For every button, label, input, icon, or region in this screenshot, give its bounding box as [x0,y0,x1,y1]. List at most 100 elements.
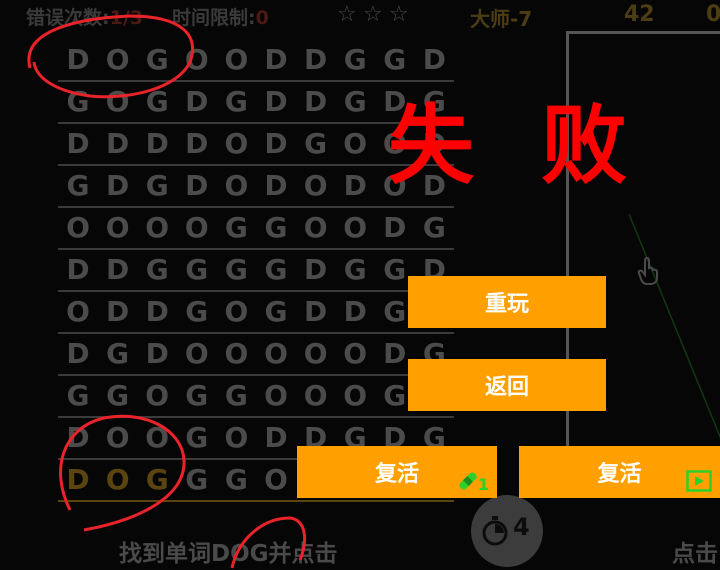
letter-cell[interactable]: O [296,334,336,374]
replay-button[interactable]: 重玩 [408,276,606,328]
letter-cell[interactable]: G [256,208,296,248]
letter-cell[interactable]: O [335,124,375,164]
letter-cell[interactable]: O [177,334,217,374]
letter-cell[interactable]: O [335,376,375,416]
letter-cell[interactable]: D [58,334,98,374]
letter-cell[interactable]: O [335,208,375,248]
letter-cell[interactable]: D [375,208,415,248]
letter-cell[interactable]: D [137,292,177,332]
grid-row: OOOOGGOODG [58,208,454,250]
letter-cell[interactable]: G [256,250,296,290]
letter-cell[interactable]: D [256,82,296,122]
letter-cell[interactable]: D [58,124,98,164]
letter-cell[interactable]: G [58,166,98,206]
letter-cell[interactable]: O [216,334,256,374]
letter-cell[interactable]: D [296,82,336,122]
letter-cell[interactable]: G [216,460,256,500]
timer-booster[interactable]: 4 [471,495,543,567]
letter-cell[interactable]: O [256,460,296,500]
letter-cell[interactable]: G [216,82,256,122]
letter-cell[interactable]: D [335,166,375,206]
letter-cell[interactable]: G [137,40,177,80]
letter-cell[interactable]: D [177,82,217,122]
letter-cell[interactable]: D [137,334,177,374]
letter-cell[interactable]: O [98,208,138,248]
letter-cell[interactable]: D [177,124,217,164]
letter-cell[interactable]: D [256,124,296,164]
letter-cell[interactable]: O [98,82,138,122]
letter-cell[interactable]: G [335,82,375,122]
grid-row: DGDOOOOODG [58,334,454,376]
letter-cell[interactable]: D [98,250,138,290]
letter-cell[interactable]: O [216,40,256,80]
letter-cell[interactable]: O [216,418,256,458]
letter-cell[interactable]: G [414,208,454,248]
letter-cell[interactable]: G [296,124,336,164]
revive-video-button[interactable]: 复活 [519,446,720,498]
letter-cell[interactable]: G [98,334,138,374]
letter-cell[interactable]: D [414,40,454,80]
letter-cell[interactable]: G [177,292,217,332]
letter-cell[interactable]: D [58,40,98,80]
letter-cell[interactable]: O [98,418,138,458]
letter-cell-found[interactable]: D [58,460,98,500]
letter-cell[interactable]: O [216,166,256,206]
letter-cell[interactable]: O [58,292,98,332]
letter-cell[interactable]: O [137,376,177,416]
hand-icon [637,256,658,285]
letter-cell[interactable]: O [58,208,98,248]
letter-cell-found[interactable]: O [98,460,138,500]
grid-row: GGOGGOOOGG [58,376,454,418]
letter-cell[interactable]: D [98,292,138,332]
letter-cell[interactable]: D [58,250,98,290]
letter-cell[interactable]: O [296,208,336,248]
letter-cell[interactable]: G [216,208,256,248]
letter-cell-found[interactable]: G [137,460,177,500]
letter-cell[interactable]: D [137,124,177,164]
letter-cell[interactable]: G [335,40,375,80]
letter-cell[interactable]: O [98,40,138,80]
letter-cell[interactable]: G [177,418,217,458]
letter-cell[interactable]: G [375,40,415,80]
letter-cell[interactable]: G [177,460,217,500]
letter-cell[interactable]: O [177,40,217,80]
letter-cell[interactable]: O [137,418,177,458]
letter-cell[interactable]: G [137,250,177,290]
letter-cell[interactable]: G [335,250,375,290]
letter-cell[interactable]: G [256,292,296,332]
letter-cell[interactable]: D [335,292,375,332]
letter-cell[interactable]: D [256,418,296,458]
letter-cell[interactable]: G [98,376,138,416]
revive-item-button[interactable]: 复活 1 [297,446,497,498]
letter-cell[interactable]: G [137,166,177,206]
letter-cell[interactable]: G [58,82,98,122]
letter-cell[interactable]: O [216,124,256,164]
letter-cell[interactable]: O [256,334,296,374]
letter-cell[interactable]: D [98,124,138,164]
letter-cell[interactable]: G [177,250,217,290]
letter-cell[interactable]: G [137,82,177,122]
letter-cell[interactable]: G [58,376,98,416]
letter-cell[interactable]: D [98,166,138,206]
back-button[interactable]: 返回 [408,359,606,411]
letter-cell[interactable]: D [177,166,217,206]
letter-cell[interactable]: O [177,208,217,248]
letter-cell[interactable]: G [216,376,256,416]
letter-cell[interactable]: G [216,250,256,290]
revive-item-count: 1 [477,475,489,494]
letter-cell[interactable]: D [296,40,336,80]
grid-row: ODDGOGDDGD [58,292,454,334]
letter-cell[interactable]: O [216,292,256,332]
letter-cell[interactable]: D [58,418,98,458]
letter-cell[interactable]: D [296,292,336,332]
letter-cell[interactable]: O [256,376,296,416]
letter-cell[interactable]: O [335,334,375,374]
letter-cell[interactable]: D [296,250,336,290]
grid-row: DOGOODDGGD [58,40,454,82]
letter-cell[interactable]: O [296,166,336,206]
letter-cell[interactable]: D [256,40,296,80]
letter-cell[interactable]: D [256,166,296,206]
letter-cell[interactable]: O [137,208,177,248]
letter-cell[interactable]: O [296,376,336,416]
letter-cell[interactable]: G [177,376,217,416]
